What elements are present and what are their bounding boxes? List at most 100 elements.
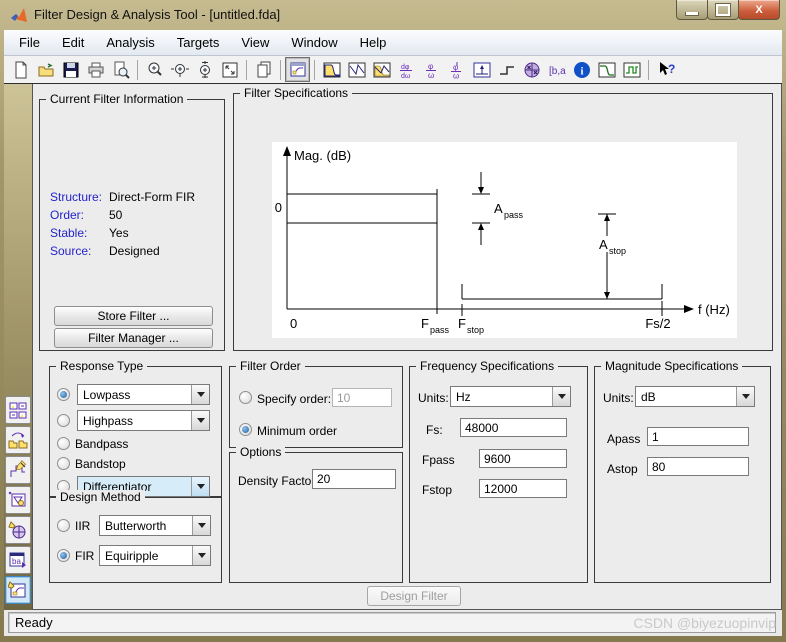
menu-view[interactable]: View [230,31,280,54]
sidebar-frequency-transformations-button[interactable] [5,486,31,514]
bandpass-radio[interactable] [57,437,70,450]
zoom-in-icon [148,62,162,76]
group-delay-button[interactable]: dφ dω [394,57,419,82]
minimize-button[interactable] [676,0,708,20]
full-view-button[interactable] [217,57,242,82]
zoom-y-button[interactable] [192,57,217,82]
realize-model-button[interactable] [619,57,644,82]
toolbar-separator [137,59,138,80]
group-delay-icon: dφ dω [399,64,412,79]
svg-text:0: 0 [275,200,282,215]
maximize-button[interactable] [707,0,739,20]
magnitude-phase-response-button[interactable] [369,57,394,82]
sidebar-pole-zero-editor-button[interactable] [5,516,31,544]
fstop-input[interactable] [479,479,567,498]
filter-manager-button[interactable]: Filter Manager ... [54,328,213,348]
highpass-radio[interactable] [57,414,70,427]
fir-label: FIR [75,549,95,563]
design-mask-icon [598,62,615,77]
fir-radio[interactable] [57,549,70,562]
menu-window[interactable]: Window [280,31,348,54]
zero-phase-button[interactable]: φω [444,57,469,82]
svg-text:pass: pass [430,325,450,335]
chevron-down-icon[interactable] [191,411,209,430]
zoom-in-button[interactable] [142,57,167,82]
close-icon: X [755,3,763,16]
mag-units-dropdown[interactable]: dB [635,386,755,407]
chevron-down-icon[interactable] [552,387,570,406]
step-response-button[interactable] [494,57,519,82]
density-factor-input[interactable] [312,469,396,489]
print-preview-button[interactable] [108,57,133,82]
impulse-response-button[interactable] [469,57,494,82]
svg-text:f (Hz): f (Hz) [698,302,730,317]
main-content: Current Filter Information Structure: Di… [32,84,782,610]
magnitude-response-button[interactable] [319,57,344,82]
chevron-down-icon[interactable] [192,516,210,535]
menu-file[interactable]: File [8,31,51,54]
chevron-down-icon[interactable] [192,546,210,565]
design-mask-button[interactable] [594,57,619,82]
sidebar-multirate-filter-button[interactable] [5,396,31,424]
copy-session-button[interactable] [251,57,276,82]
specify-order-radio[interactable] [239,391,252,404]
stable-value: Yes [109,226,129,240]
fpass-input[interactable] [479,449,567,468]
magnitude-specifications-panel: Magnitude Specifications Units: dB Apass… [594,359,771,583]
design-filter-icon [8,581,26,598]
iir-method-dropdown[interactable]: Butterworth [99,515,211,536]
source-label: Source: [50,244,92,258]
realize-model-icon [623,62,640,77]
sidebar-import-filter-button[interactable]: ba [5,546,31,574]
open-button[interactable] [33,57,58,82]
chevron-down-icon[interactable] [191,477,209,496]
fdatool-window: Filter Design & Analysis Tool - [untitle… [0,0,786,642]
apass-input[interactable] [647,427,749,446]
svg-text:stop: stop [467,325,484,335]
sidebar-transform-filter-button[interactable] [5,426,31,454]
svg-text:φ: φ [428,62,433,71]
sidebar-design-filter-button[interactable] [5,576,31,604]
svg-text:[b,a]: [b,a] [549,66,566,77]
save-button[interactable] [58,57,83,82]
store-filter-button[interactable]: Store Filter ... [54,306,213,326]
highpass-dropdown[interactable]: Highpass [77,410,210,431]
coefficients-button[interactable]: [b,a] [544,57,569,82]
specify-order-input[interactable] [332,388,392,407]
window-title: Filter Design & Analysis Tool - [untitle… [34,7,281,22]
lowpass-radio[interactable] [57,388,70,401]
phase-response-button[interactable] [344,57,369,82]
menu-analysis[interactable]: Analysis [95,31,165,54]
zoom-x-button[interactable] [167,57,192,82]
fs-input[interactable] [460,418,567,437]
chevron-down-icon[interactable] [191,385,209,404]
new-button[interactable] [8,57,33,82]
iir-radio[interactable] [57,519,70,532]
astop-input[interactable] [647,457,749,476]
save-icon [63,62,78,77]
fir-method-dropdown[interactable]: Equiripple [99,545,211,566]
menu-targets[interactable]: Targets [166,31,231,54]
phase-delay-button[interactable]: φω [419,57,444,82]
sidebar-quantization-parameters-button[interactable] [5,456,31,484]
filter-spec-diagram: Mag. (dB) 0 A pass A stop 0 F pass F sto… [272,142,737,338]
menu-edit[interactable]: Edit [51,31,95,54]
close-button[interactable]: X [738,0,780,20]
sidebar-buttons: ba [5,396,31,604]
minimum-order-radio[interactable] [239,423,252,436]
menu-help[interactable]: Help [349,31,398,54]
structure-value: Direct-Form FIR [109,190,195,204]
menubar: File Edit Analysis Targets View Window H… [4,30,782,56]
chevron-down-icon[interactable] [736,387,754,406]
print-button[interactable] [83,57,108,82]
lowpass-spec-drawing: Mag. (dB) 0 A pass A stop 0 F pass F sto… [275,146,730,335]
zero-phase-icon: φω [450,61,461,79]
lowpass-dropdown[interactable]: Lowpass [77,384,210,405]
filter-info-button[interactable]: i [569,57,594,82]
help-button[interactable]: ? [653,57,678,82]
filter-design-button[interactable] [285,57,310,82]
design-filter-action-button[interactable]: Design Filter [367,586,461,606]
bandstop-radio[interactable] [57,457,70,470]
freq-units-dropdown[interactable]: Hz [450,386,571,407]
pole-zero-button[interactable] [519,57,544,82]
